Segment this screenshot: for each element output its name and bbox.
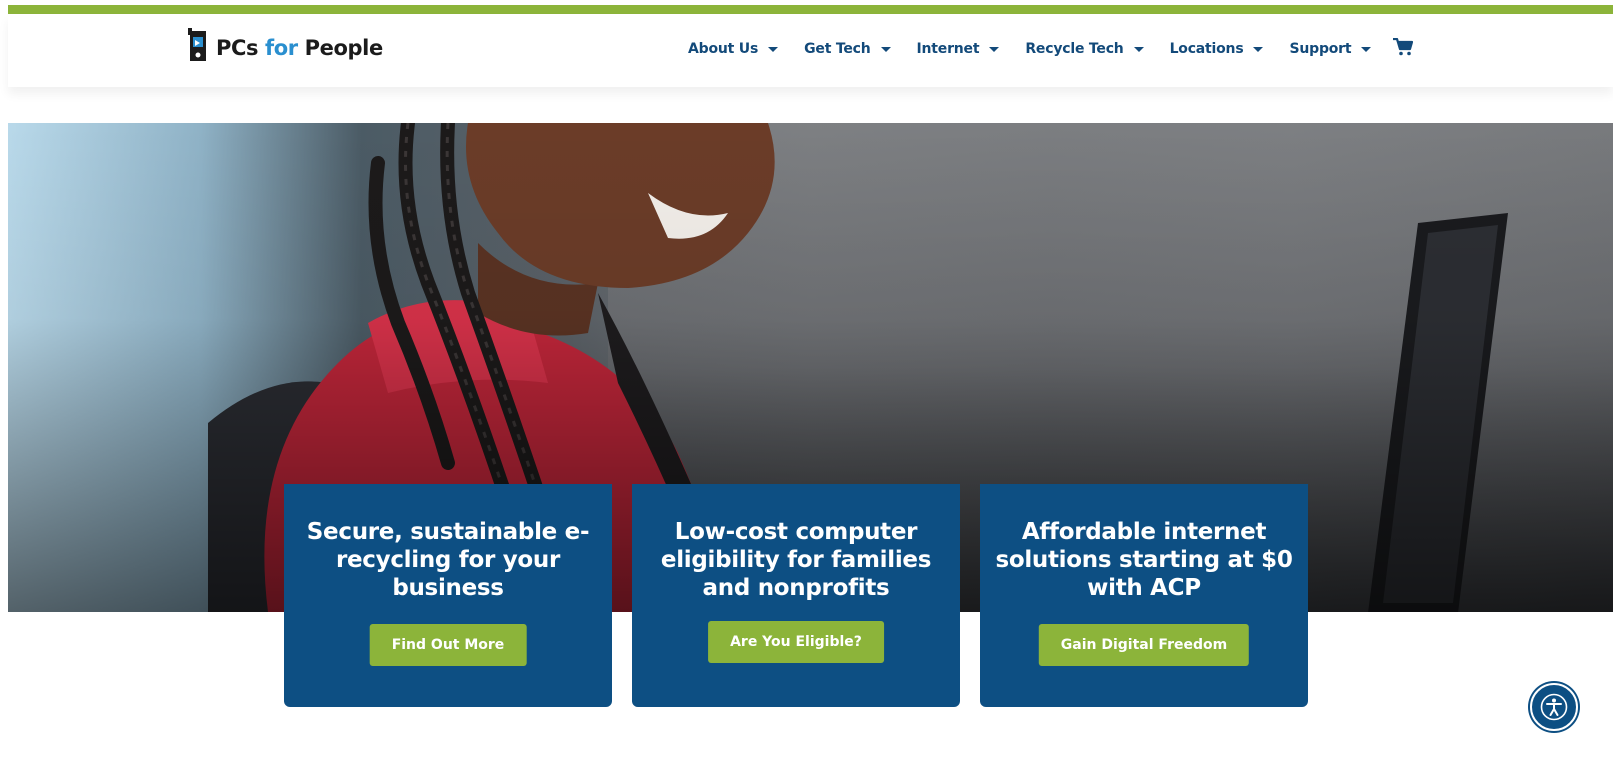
logo-text: PCs for People	[216, 36, 383, 60]
nav-label: Recycle Tech	[1025, 41, 1124, 57]
nav-get-tech[interactable]: Get Tech	[804, 41, 891, 57]
chevron-down-icon	[880, 46, 891, 52]
card-title: Affordable internet solutions starting a…	[995, 519, 1293, 601]
chevron-down-icon	[1361, 46, 1372, 52]
nav-about-us[interactable]: About Us	[688, 41, 779, 57]
nav-recycle-tech[interactable]: Recycle Tech	[1025, 41, 1144, 57]
find-out-more-button[interactable]: Find Out More	[369, 624, 527, 666]
site-logo[interactable]: PCs for People	[186, 28, 383, 68]
nav-label: Locations	[1169, 41, 1244, 57]
chevron-down-icon	[1133, 46, 1144, 52]
nav-internet[interactable]: Internet	[917, 41, 1000, 57]
accessibility-icon[interactable]	[1530, 683, 1578, 731]
nav-label: Internet	[916, 41, 980, 57]
chevron-down-icon	[989, 46, 1000, 52]
cart-icon[interactable]	[1393, 37, 1414, 60]
site-header: PCs for People About Us Get Tech Interne…	[8, 14, 1613, 87]
chevron-down-icon	[768, 46, 779, 52]
nav-label: Get Tech	[804, 41, 871, 57]
main-nav: About Us Get Tech Internet Recycle Tech …	[688, 37, 1414, 60]
gain-digital-freedom-button[interactable]: Gain Digital Freedom	[1038, 624, 1250, 666]
top-accent-bar	[8, 5, 1613, 14]
card-internet: Affordable internet solutions starting a…	[980, 484, 1308, 707]
are-you-eligible-button[interactable]: Are You Eligible?	[708, 621, 884, 663]
nav-support[interactable]: Support	[1289, 41, 1372, 57]
card-title: Low-cost computer eligibility for famili…	[660, 519, 932, 601]
nav-label: About Us	[688, 41, 759, 57]
chevron-down-icon	[1253, 46, 1264, 52]
card-eligibility: Low-cost computer eligibility for famili…	[632, 484, 960, 707]
card-title: Secure, sustainable e-recycling for your…	[306, 519, 590, 601]
nav-locations[interactable]: Locations	[1170, 41, 1264, 57]
card-e-recycling: Secure, sustainable e-recycling for your…	[284, 484, 612, 707]
pc-logo-icon	[186, 28, 210, 68]
nav-label: Support	[1289, 41, 1352, 57]
